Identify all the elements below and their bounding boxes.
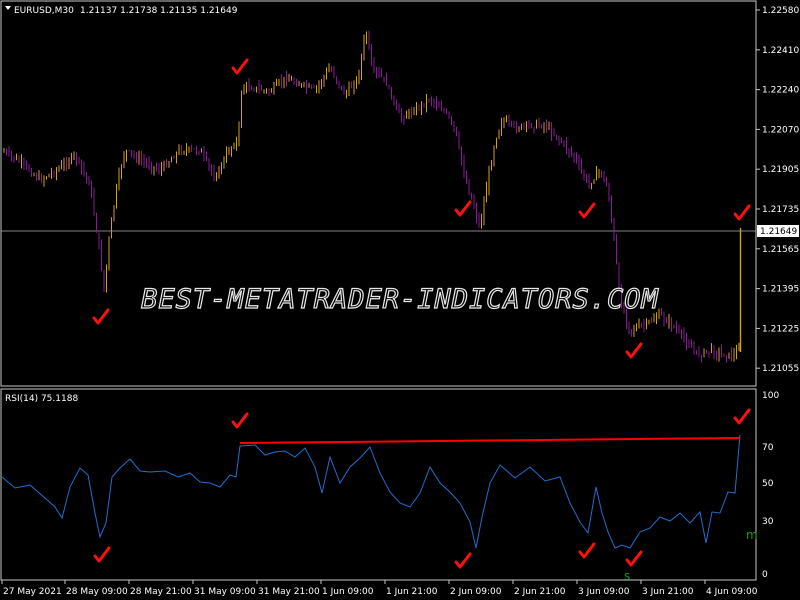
time-axis-label: 31 May 09:00 (194, 587, 256, 597)
signal-check-mark (733, 204, 751, 221)
signal-check-mark (625, 342, 643, 359)
time-axis-label: 1 Jun 09:00 (322, 587, 374, 597)
signal-check-mark (625, 550, 643, 567)
time-axis-label: 4 Jun 09:00 (706, 587, 758, 597)
price-axis-label: 1.21225 (762, 324, 799, 334)
symbol-title: EURUSD,M30 (14, 6, 74, 16)
time-axis-label: 28 May 09:00 (66, 587, 128, 597)
price-axis-label: 1.22240 (762, 86, 799, 96)
signal-check-mark (578, 542, 596, 559)
rsi-axis-label: 0 (762, 570, 768, 580)
ohlc-readout: 1.21137 1.21738 1.21135 1.21649 (80, 6, 238, 16)
signal-check-mark (733, 408, 751, 425)
rsi-axis-label: 100 (762, 391, 779, 401)
rsi-axis-label: 70 (762, 443, 774, 453)
current-price-tag: 1.21649 (757, 225, 799, 237)
price-axis-label: 1.21565 (762, 245, 799, 255)
price-axis: 1.22580 1.22410 1.22240 1.22070 1.21905 1.217… (756, 6, 799, 374)
trading-chart-canvas[interactable]: EURUSD,M30 1.21137 1.21738 1.21135 1.216… (0, 0, 800, 600)
symbol-menu-icon[interactable] (5, 6, 11, 10)
time-axis-label: 3 Jun 21:00 (642, 587, 694, 597)
main-chart-frame (0, 0, 757, 387)
rsi-axis-label: 30 (762, 517, 774, 527)
time-axis: 27 May 2021 28 May 09:00 28 May 21:00 31 Ma… (1, 580, 758, 597)
time-axis-label: 1 Jun 21:00 (386, 587, 438, 597)
watermark-text: BEST-METATRADER-INDICATORS.COM (141, 284, 659, 315)
price-axis-label: 1.21905 (762, 165, 799, 175)
rsi-trend-line (239, 437, 741, 444)
rsi-marker-s: s (624, 569, 630, 583)
signal-check-mark (231, 412, 249, 429)
price-axis-label: 1.22410 (762, 46, 799, 56)
time-axis-label: 31 May 21:00 (258, 587, 320, 597)
price-axis-label: 1.21395 (762, 285, 799, 295)
signal-check-mark (454, 552, 472, 569)
time-axis-label: 27 May 2021 (3, 587, 62, 597)
signal-check-mark (93, 546, 111, 563)
time-axis-label: 2 Jun 21:00 (514, 587, 566, 597)
price-axis-label: 1.22070 (762, 125, 799, 135)
signal-check-mark (454, 200, 472, 217)
rsi-title: RSI(14) 75.1188 (5, 394, 78, 404)
price-axis-label: 1.21055 (762, 364, 799, 374)
time-axis-label: 28 May 21:00 (130, 587, 192, 597)
time-axis-label: 3 Jun 09:00 (578, 587, 630, 597)
rsi-panel-frame (0, 388, 757, 581)
time-axis-label: 2 Jun 09:00 (450, 587, 502, 597)
rsi-axis-label: 50 (762, 479, 774, 489)
rsi-axis: 100 70 50 30 0 (762, 391, 779, 580)
rsi-marker-m: m (746, 528, 758, 542)
signal-check-mark (92, 308, 110, 325)
price-axis-label: 1.22580 (762, 6, 799, 16)
current-price-value: 1.21649 (760, 227, 797, 237)
signal-check-mark (231, 58, 249, 75)
price-axis-label: 1.21735 (762, 205, 799, 215)
rsi-line (1, 434, 741, 549)
signal-check-mark (578, 202, 596, 219)
